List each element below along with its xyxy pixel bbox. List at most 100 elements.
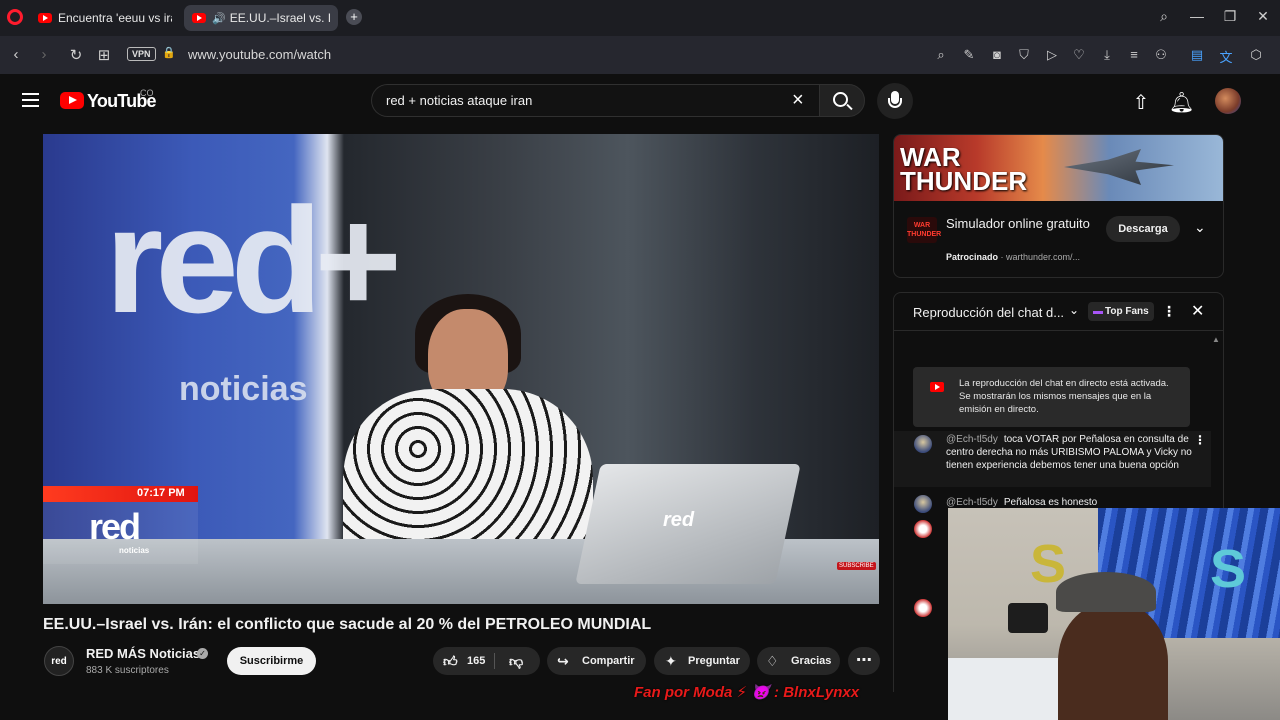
studio-wall-subtitle: noticias [179,370,308,408]
webcam-overlay: S S [948,508,1280,720]
menu-lines-icon[interactable]: ≡ [1125,47,1143,62]
top-fans-chip[interactable]: ▬ Top Fans [1088,302,1154,321]
forward-icon[interactable]: › [34,46,54,63]
dislike-icon[interactable]: 👎︎ [509,647,523,675]
ask-button[interactable]: ✦ Preguntar [654,647,750,675]
profile-icon[interactable]: ⚇ [1152,47,1170,63]
find-icon[interactable]: ⌕ [932,47,950,63]
chat-author[interactable]: @Ech-tl5dy [946,497,998,508]
chat-author-avatar[interactable] [914,435,932,453]
scroll-up-icon[interactable]: ▲ [1212,335,1220,344]
chevron-down-icon[interactable]: ⌄ [1194,219,1206,236]
youtube-icon [930,382,944,392]
menu-icon[interactable] [22,93,39,107]
chat-replay-notice: La reproducción del chat en directo está… [913,367,1190,427]
fighter-jet-image [1064,149,1174,185]
subscriber-count: 883 K suscriptores [86,665,169,676]
microphone-icon [888,91,902,108]
chat-author-avatar[interactable] [914,599,932,617]
sparkle-icon: ✦ [665,653,677,669]
download-icon[interactable]: ⤓ [1098,47,1116,63]
youtube-favicon-icon [192,13,206,23]
top-fans-label: Top Fans [1105,306,1149,317]
browser-tabstrip: Encuentra 'eeuu vs iran' en 🔊 EE.UU.–Isr… [0,0,1280,36]
cube-icon[interactable]: ⬡ [1247,47,1265,63]
ad-title[interactable]: Simulador online gratuito [946,215,1096,233]
camera-icon[interactable]: ◙ [988,47,1006,62]
search-query[interactable]: red + noticias ataque iran [386,93,532,108]
like-count[interactable]: 165 [467,647,485,675]
tab-search-icon[interactable]: ⌕ [1154,8,1174,25]
account-avatar[interactable] [1215,88,1241,114]
thanks-label: Gracias [791,655,832,667]
advertiser-logo-line-1: WAR [913,222,931,229]
share-icon: ↪ [557,653,569,669]
heart-icon[interactable]: ♡ [1070,47,1088,63]
back-icon[interactable]: ‹ [6,46,26,63]
chat-author[interactable]: @Ech-tl5dy [946,434,998,445]
tab-title: EE.UU.–Israel vs. Irán: el [229,11,330,25]
close-window-icon[interactable]: ✕ [1253,8,1273,25]
chat-author-avatar[interactable] [914,520,932,538]
channel-name[interactable]: RED MÁS Noticias [86,646,200,661]
more-vert-icon[interactable]: ⋮ [1194,433,1206,447]
ad-banner-title-line-2: THUNDER [900,166,1028,196]
sponsored-label: Patrocinado [946,252,999,262]
browser-tab-search[interactable]: Encuentra 'eeuu vs iran' en [30,5,180,31]
like-divider [494,653,495,669]
close-chat-icon[interactable]: ✕ [1191,301,1204,321]
url-field[interactable]: www.youtube.com/watch [188,47,331,62]
more-vert-icon[interactable]: ⋮ [1162,303,1176,320]
youtube-favicon-icon [38,13,52,23]
opera-logo-icon[interactable] [7,9,23,25]
translate-icon[interactable]: 文 [1217,47,1235,66]
play-icon[interactable]: ▷ [1043,47,1061,63]
subscribe-watermark[interactable]: SUBSCRIBE [837,562,876,570]
browser-tab-video[interactable]: 🔊 EE.UU.–Israel vs. Irán: el [184,5,338,31]
like-dislike-group: 👍︎ 165 👎︎ [433,647,540,675]
sponsored-ad-card[interactable]: WAR THUNDER WAR THUNDER Simulador online… [893,134,1224,278]
share-button[interactable]: ↪ Compartir [547,647,646,675]
vpn-badge[interactable]: VPN [127,47,156,61]
extension-icon[interactable]: ▤ [1188,47,1206,63]
like-icon[interactable]: 👍︎ [443,647,458,675]
search-button[interactable] [819,84,865,117]
streamer [1058,603,1168,720]
chat-message-body: Peñalosa es honesto [1003,497,1098,508]
chat-title[interactable]: Reproducción del chat d... [913,305,1064,320]
channel-avatar[interactable]: red [44,646,74,676]
notifications-bell-icon[interactable]: 🔔︎ [1169,90,1194,115]
streamer-cap [1056,572,1156,612]
upload-icon[interactable]: ⇧ [1129,90,1153,115]
tabs-grid-icon[interactable]: ⊞ [94,46,114,64]
laptop-logo: red [663,509,695,531]
minimize-icon[interactable]: — [1187,8,1207,24]
lock-icon[interactable]: 🔒 [162,46,176,59]
restore-icon[interactable]: ❐ [1220,8,1240,25]
search-input[interactable]: red + noticias ataque iran × [371,84,819,117]
clear-search-icon[interactable]: × [792,89,804,112]
reload-icon[interactable]: ↻ [66,46,86,64]
balloon-letter-right: S [1210,539,1247,599]
studio-wall-logo: red+ [105,176,402,344]
edit-icon[interactable]: ✎ [960,47,978,63]
advertiser-logo[interactable]: WAR THUNDER [907,217,941,243]
video-player[interactable]: red+ noticias red 07:17 PM red noticias … [43,134,879,604]
new-tab-button[interactable]: + [346,9,362,25]
channel-avatar-text: red [51,656,67,667]
channel-bug-logo: red [89,506,141,547]
chevron-down-icon[interactable]: ⌄ [1069,303,1079,317]
youtube-logo-icon[interactable] [60,92,84,109]
ad-banner[interactable]: WAR THUNDER [894,135,1223,201]
advertiser-logo-line-2: THUNDER [907,231,942,238]
chat-author-avatar[interactable] [914,495,932,513]
subscribe-button[interactable]: Suscribirme [227,647,316,675]
more-actions-icon[interactable]: ⋯ [848,647,880,675]
shield-icon[interactable]: ⛉ [1015,47,1033,63]
thanks-button[interactable]: ♢ Gracias [757,647,840,675]
speaker-icon[interactable]: 🔊 [212,12,226,25]
voice-search-button[interactable] [877,83,913,119]
video-title: EE.UU.–Israel vs. Irán: el conflicto que… [43,616,652,633]
ad-download-button[interactable]: Descarga [1106,216,1180,242]
chat-header: Reproducción del chat d... ⌄ ▬ Top Fans ⋮… [894,293,1223,331]
